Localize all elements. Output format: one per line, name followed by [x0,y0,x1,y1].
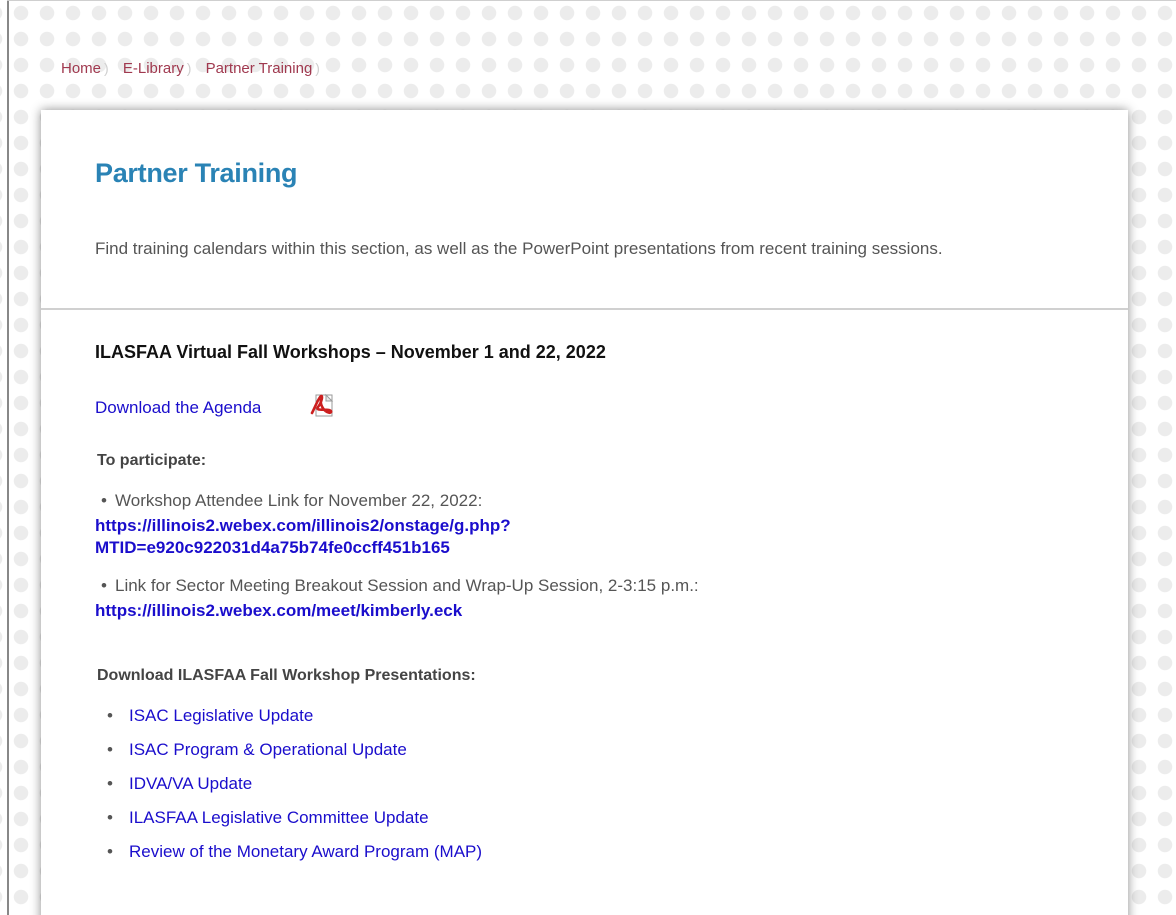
page-title: Partner Training [95,158,298,188]
section-heading: ILASFAA Virtual Fall Workshops – Novembe… [95,342,606,362]
top-border [7,0,1176,1]
list-item: • ILASFAA Legislative Committee Update [95,807,482,841]
breadcrumb-separator: ) [186,60,192,76]
bullet: • [107,740,113,759]
to-participate-label: To participate: [97,452,207,469]
bullet: • [107,842,113,861]
presentation-link-map-review[interactable]: Review of the Monetary Award Program (MA… [129,842,482,861]
presentations-list: • ISAC Legislative Update • ISAC Program &… [95,705,482,875]
breadcrumb-separator: ) [315,60,320,76]
left-border [7,0,9,915]
presentation-link-idva-va[interactable]: IDVA/VA Update [129,774,252,793]
page-intro: Find training calendars within this sect… [95,239,943,258]
breadcrumb: Home) E-Library) Partner Training) [61,60,330,77]
bullet: • [107,774,113,793]
list-item: • ISAC Program & Operational Update [95,739,482,773]
content-card: Partner Training Find training calendars… [41,110,1128,915]
bullet: • [101,491,107,510]
presentation-link-isac-legislative[interactable]: ISAC Legislative Update [129,706,313,725]
list-item: • Link for Sector Meeting Breakout Sessio… [95,575,699,622]
attendee-webex-link-line1: https://illinois2.webex.com/illinois2/on… [95,516,511,535]
bullet: • [101,576,107,595]
download-agenda-link[interactable]: Download the Agenda [95,398,261,418]
attendee-webex-link[interactable]: https://illinois2.webex.com/illinois2/on… [95,515,511,559]
page-background: Home) E-Library) Partner Training) Partn… [0,0,1176,915]
breadcrumb-separator: ) [104,60,109,76]
breakout-link-description: Link for Sector Meeting Breakout Session… [115,576,699,595]
list-item: • Review of the Monetary Award Program (M… [95,841,482,875]
section-divider [41,308,1128,310]
bullet: • [107,706,113,725]
presentation-link-isac-program[interactable]: ISAC Program & Operational Update [129,740,407,759]
breadcrumb-home[interactable]: Home [61,60,101,77]
attendee-webex-link-line2: MTID=e920c922031d4a75b74fe0ccff451b165 [95,538,450,557]
pdf-icon[interactable] [310,393,336,418]
attendee-link-description: Workshop Attendee Link for November 22, … [115,491,483,510]
presentations-label: Download ILASFAA Fall Workshop Presentat… [97,667,476,684]
breadcrumb-partner-training[interactable]: Partner Training [206,60,313,77]
list-item: • ISAC Legislative Update [95,705,482,739]
bullet: • [107,808,113,827]
presentation-link-ilasfaa-committee[interactable]: ILASFAA Legislative Committee Update [129,808,429,827]
breadcrumb-e-library[interactable]: E-Library [123,60,184,77]
list-item: • Workshop Attendee Link for November 22,… [95,490,511,559]
breakout-webex-link[interactable]: https://illinois2.webex.com/meet/kimberl… [95,600,699,622]
list-item: • IDVA/VA Update [95,773,482,807]
